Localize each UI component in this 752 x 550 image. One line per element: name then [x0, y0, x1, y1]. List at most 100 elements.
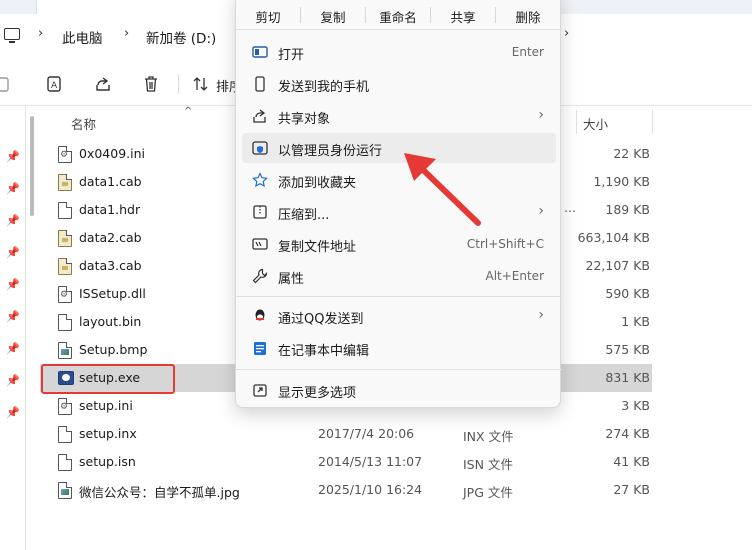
pin-icon[interactable]: 📌: [6, 278, 20, 291]
cab-file-icon: [58, 230, 72, 247]
pin-icon[interactable]: 📌: [6, 342, 20, 355]
pin-icon[interactable]: 📌: [6, 182, 20, 195]
file-size: 575 KB: [605, 342, 650, 357]
column-divider[interactable]: [576, 110, 577, 134]
column-size[interactable]: 大小: [583, 114, 608, 133]
chevron-right-icon[interactable]: ›: [564, 26, 569, 41]
file-size: 22,107 KB: [585, 258, 650, 273]
column-name[interactable]: 名称: [71, 114, 96, 133]
menu-item-label: 属性: [278, 272, 305, 287]
file-size: 41 KB: [613, 454, 650, 469]
pin-icon[interactable]: 📌: [6, 214, 20, 227]
rename-icon[interactable]: A: [46, 75, 64, 93]
file-row[interactable]: 微信公众号：自学不孤单.jpg 2025/1/10 16:24 JPG 文件 2…: [40, 476, 652, 504]
menu-item-label: 打开: [278, 48, 305, 63]
file-icon: [58, 454, 72, 471]
chevron-right-icon[interactable]: ›: [38, 26, 43, 41]
cab-file-icon: [58, 258, 72, 275]
computer-icon[interactable]: [4, 28, 20, 43]
copy-path-icon: [252, 238, 268, 250]
sort-arrow-icon: ^: [184, 106, 193, 117]
menu-separator: [236, 29, 562, 30]
svg-text:A: A: [51, 81, 58, 91]
menu-item-edit-in-notepad[interactable]: 在记事本中编辑: [242, 333, 556, 363]
file-size: 27 KB: [613, 482, 650, 497]
settings-file-icon: [58, 146, 72, 163]
toolbar-divider: [178, 74, 179, 94]
file-row[interactable]: setup.inx 2017/7/4 20:06 INX 文件 274 KB: [40, 420, 652, 448]
open-icon: [252, 46, 268, 58]
share-icon[interactable]: [94, 75, 112, 93]
file-type: INX 文件: [463, 429, 514, 444]
file-name: ISSetup.dll: [79, 286, 146, 301]
delete-icon[interactable]: [142, 75, 160, 93]
scrollbar-thumb[interactable]: [30, 116, 34, 216]
separator: [495, 7, 496, 23]
cab-file-icon: [58, 174, 72, 191]
file-date: 2025/1/10 16:24: [318, 482, 423, 497]
pin-icon[interactable]: 📌: [6, 150, 20, 163]
file-icon: [58, 314, 72, 331]
pin-icon[interactable]: 📌: [6, 310, 20, 323]
file-size: 1 KB: [621, 314, 650, 329]
share-button[interactable]: 共享: [433, 1, 493, 27]
menu-item-label: 压缩到...: [278, 208, 330, 223]
separator: [430, 7, 431, 23]
file-type: JPG 文件: [463, 485, 513, 500]
file-size: 1,190 KB: [593, 174, 650, 189]
annotation-arrow: [404, 153, 481, 226]
qq-icon: [255, 309, 265, 321]
menu-item-shortcut: Enter: [511, 45, 544, 59]
navigation-pane[interactable]: 📌 📌 📌 📌 📌 📌 📌 📌 📌: [0, 106, 26, 550]
menu-item-label: 通过QQ发送到: [278, 312, 364, 327]
share-label: 共享: [450, 10, 476, 25]
file-name: setup.ini: [79, 398, 133, 413]
dll-file-icon: [58, 286, 72, 303]
copy-button[interactable]: 复制: [303, 1, 363, 27]
breadcrumb-drive-d[interactable]: 新加卷 (D:): [146, 27, 216, 47]
rename-label: 重命名: [379, 10, 417, 25]
pin-icon[interactable]: 📌: [6, 406, 20, 419]
menu-item-share-with[interactable]: 共享对象 ›: [242, 101, 556, 131]
notepad-icon: [254, 342, 266, 355]
rename-button[interactable]: 重命名: [368, 1, 428, 27]
highlight-box: [41, 364, 175, 394]
paste-icon[interactable]: [0, 75, 18, 93]
more-options-icon: [253, 384, 267, 397]
file-name: setup.isn: [79, 454, 136, 469]
image-file-icon: [58, 342, 72, 359]
separator: [365, 7, 366, 23]
menu-item-send-via-qq[interactable]: 通过QQ发送到 ›: [242, 301, 556, 331]
file-name: 0x0409.ini: [79, 146, 146, 161]
menu-item-properties[interactable]: 属性 Alt+Enter: [242, 261, 556, 291]
quick-actions-bar: 剪切 复制 重命名 共享 删除: [236, 1, 562, 27]
menu-item-label: 以管理员身份运行: [278, 144, 383, 159]
menu-item-shortcut: Ctrl+Shift+C: [466, 237, 544, 251]
file-size: 274 KB: [605, 426, 650, 441]
breadcrumb-this-pc[interactable]: 此电脑: [62, 27, 103, 47]
file-size: 3 KB: [621, 398, 650, 413]
cut-button[interactable]: 剪切: [238, 1, 298, 27]
star-icon: [252, 172, 268, 188]
pin-icon[interactable]: 📌: [6, 374, 20, 387]
image-file-icon: [58, 482, 72, 499]
menu-item-open[interactable]: 打开 Enter: [242, 37, 556, 67]
active-tab[interactable]: [36, 0, 236, 14]
pin-icon[interactable]: 📌: [6, 246, 20, 259]
chevron-right-icon: ›: [538, 307, 544, 323]
file-name: Setup.bmp: [79, 342, 148, 357]
file-name: data1.hdr: [79, 202, 141, 217]
chevron-right-icon[interactable]: ›: [124, 26, 129, 41]
truncated-text: …: [564, 201, 576, 215]
column-divider[interactable]: [652, 110, 653, 134]
menu-separator: [236, 369, 562, 370]
file-icon: [58, 426, 72, 443]
menu-item-label: 添加到收藏夹: [278, 176, 357, 191]
file-row[interactable]: setup.isn 2014/5/13 11:07 ISN 文件 41 KB: [40, 448, 652, 476]
delete-label: 删除: [515, 10, 541, 25]
menu-item-show-more-options[interactable]: 显示更多选项: [242, 375, 556, 405]
delete-button[interactable]: 删除: [498, 1, 558, 27]
sort-icon[interactable]: [192, 75, 210, 93]
shield-icon: [252, 141, 268, 155]
menu-item-send-to-phone[interactable]: 发送到我的手机: [242, 69, 556, 99]
